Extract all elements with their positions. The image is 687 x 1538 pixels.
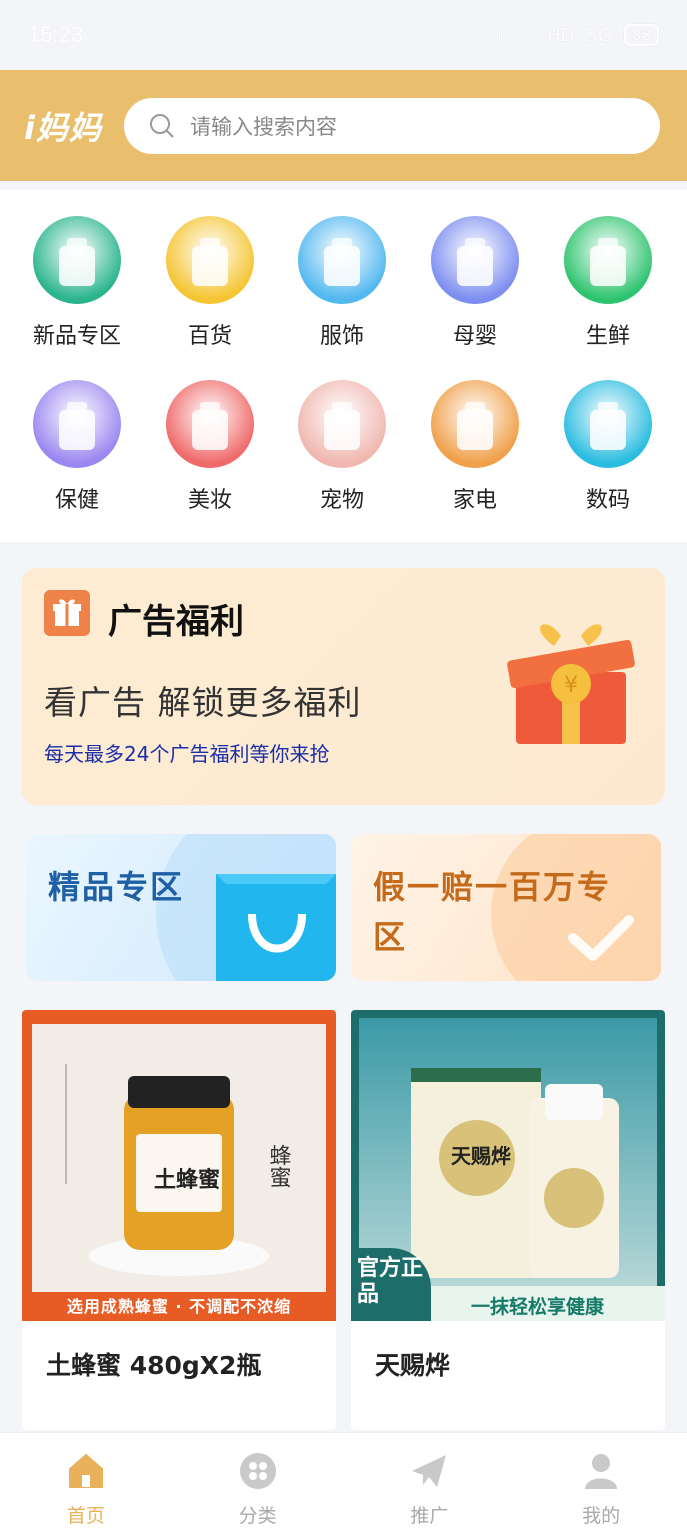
tab-category[interactable]: 分类 xyxy=(198,1451,318,1528)
appliances-icon xyxy=(431,380,519,468)
paper-plane-icon xyxy=(409,1451,449,1491)
category-label: 宠物 xyxy=(319,488,364,513)
premium-zone-title: 精品专区 xyxy=(48,868,185,906)
gift-icon xyxy=(44,590,90,636)
category-item[interactable]: 百货 xyxy=(150,216,270,350)
vibrate-icon: ▯ xyxy=(497,24,508,46)
svg-text:蜂蜜: 蜂蜜 xyxy=(266,1144,292,1188)
juice-bottles-icon xyxy=(33,216,121,304)
tab-label: 分类 xyxy=(238,1505,277,1527)
shopping-bag-icon xyxy=(216,874,336,981)
tab-label: 推广 xyxy=(410,1505,449,1527)
category-item[interactable]: 数码 xyxy=(548,380,668,514)
header: i妈妈 请输入搜索内容 xyxy=(0,70,687,181)
jacket-icon xyxy=(298,216,386,304)
pet-cat-icon xyxy=(298,380,386,468)
wifi-icon: ◠ xyxy=(519,24,536,46)
category-item[interactable]: 宠物 xyxy=(282,380,402,514)
category-item[interactable]: 新品专区 xyxy=(17,216,137,350)
cosmetics-icon xyxy=(166,380,254,468)
check-badge-icon xyxy=(551,894,651,974)
category-item[interactable]: 服饰 xyxy=(282,216,402,350)
product-name: 土蜂蜜 480gX2瓶 xyxy=(46,1351,262,1380)
electronics-icon xyxy=(564,380,652,468)
category-label: 数码 xyxy=(585,488,630,513)
search-input[interactable]: 请输入搜索内容 xyxy=(124,97,660,154)
detergent-bottle-icon xyxy=(166,216,254,304)
category-label: 母婴 xyxy=(452,324,497,349)
baby-products-icon xyxy=(431,216,519,304)
tab-mine[interactable]: 我的 xyxy=(541,1451,661,1528)
battery-icon: 88 xyxy=(623,24,659,46)
official-badge: 官方正品 xyxy=(351,1248,431,1321)
category-item[interactable]: 美妆 xyxy=(150,380,270,514)
category-item[interactable]: 生鲜 xyxy=(548,216,668,350)
jar-label: 土蜂蜜 xyxy=(154,1168,221,1193)
tab-home[interactable]: 首页 xyxy=(26,1451,146,1528)
category-grid: 新品专区 百货 服饰 母婴 生鲜保健 美妆 宠物 家电 数码 xyxy=(0,190,687,542)
product-slogan: 一抹轻松享健康 xyxy=(471,1296,605,1318)
fake-compensation-zone-tile[interactable]: 假一赔一百万专区 xyxy=(351,834,661,981)
product-card[interactable]: 蜂蜜 土蜂蜜 选用成熟蜂蜜 · 不调配不浓缩 土蜂蜜 480gX2瓶 xyxy=(22,1010,336,1430)
app-logo: i妈妈 xyxy=(24,108,102,147)
category-item[interactable]: 家电 xyxy=(415,380,535,514)
hd-icon: HD xyxy=(547,24,575,46)
gift-box-icon: ¥ xyxy=(506,612,636,752)
search-placeholder: 请输入搜索内容 xyxy=(190,114,337,139)
search-icon xyxy=(148,112,176,140)
category-label: 生鲜 xyxy=(585,324,630,349)
category-label: 美妆 xyxy=(187,488,232,513)
category-label: 新品专区 xyxy=(32,324,121,349)
status-bar: 15:23 ▯ ◠ HD 5G 88 xyxy=(0,0,687,70)
status-time: 15:23 xyxy=(28,22,84,47)
category-label: 百货 xyxy=(187,324,232,349)
ad-main-text: 看广告 解锁更多福利 xyxy=(44,683,362,722)
category-label: 保健 xyxy=(54,488,99,513)
fresh-produce-icon xyxy=(564,216,652,304)
supplements-icon xyxy=(33,380,121,468)
product-banner-text: 选用成熟蜂蜜 · 不调配不浓缩 xyxy=(66,1297,292,1316)
category-label: 服饰 xyxy=(319,324,364,349)
box-label: 天赐烨 xyxy=(451,1144,511,1168)
status-icons: ▯ ◠ HD 5G 88 xyxy=(497,24,659,46)
bottom-tab-bar: 首页 分类 推广 我的 xyxy=(0,1432,687,1538)
product-card[interactable]: 天赐烨 一抹轻松享健康 官方正品 天赐烨 xyxy=(351,1010,665,1430)
home-icon xyxy=(66,1451,106,1491)
ad-benefit-card[interactable]: 广告福利 看广告 解锁更多福利 每天最多24个广告福利等你来抢 ¥ xyxy=(22,568,665,805)
category-icon xyxy=(238,1451,278,1491)
user-icon xyxy=(581,1451,621,1491)
product-name: 天赐烨 xyxy=(375,1351,451,1380)
product-image: 蜂蜜 土蜂蜜 选用成熟蜂蜜 · 不调配不浓缩 xyxy=(22,1010,336,1321)
category-item[interactable]: 保健 xyxy=(17,380,137,514)
tab-promote[interactable]: 推广 xyxy=(369,1451,489,1528)
product-image: 天赐烨 一抹轻松享健康 官方正品 xyxy=(351,1010,665,1321)
category-item[interactable]: 母婴 xyxy=(415,216,535,350)
tab-label: 首页 xyxy=(66,1505,105,1527)
tab-label: 我的 xyxy=(582,1505,621,1527)
ad-sub-text: 每天最多24个广告福利等你来抢 xyxy=(44,742,330,766)
category-label: 家电 xyxy=(452,488,497,513)
ad-title: 广告福利 xyxy=(108,602,244,642)
premium-zone-tile[interactable]: 精品专区 xyxy=(26,834,336,981)
svg-text:¥: ¥ xyxy=(564,673,578,698)
signal-icon: 5G xyxy=(586,24,612,46)
